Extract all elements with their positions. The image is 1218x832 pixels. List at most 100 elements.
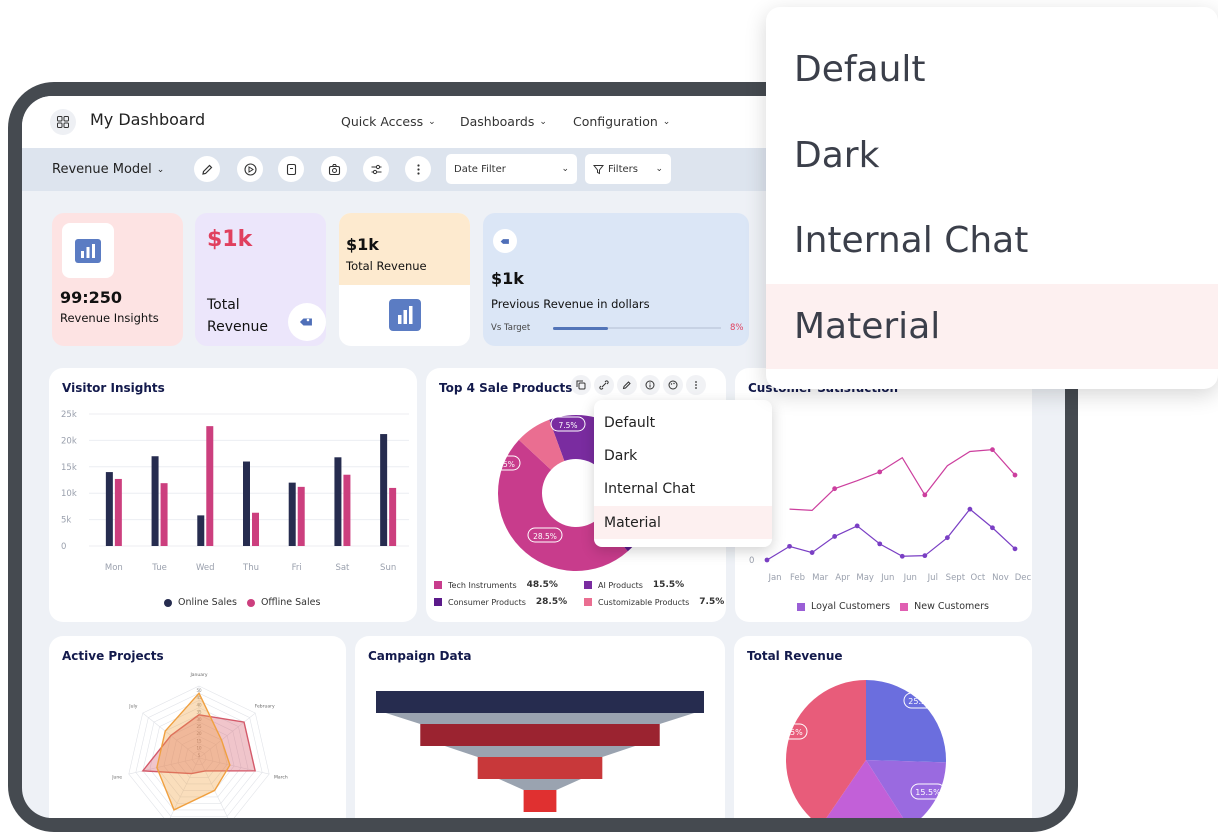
loyal-customers-point <box>854 523 860 529</box>
date-filter-select[interactable]: Date Filter ⌄ <box>446 154 577 184</box>
theme-option-internal-chat-zoomed[interactable]: Internal Chat <box>766 198 1218 283</box>
funnel-connector <box>499 779 581 790</box>
theme-option-material-zoomed[interactable]: Material <box>766 284 1218 369</box>
offline-sales-swatch <box>246 598 255 607</box>
top-products-actions <box>571 375 706 395</box>
loyal-customers-point <box>809 550 815 555</box>
online-sales-bar <box>151 456 159 546</box>
theme-option-material[interactable]: Material <box>594 506 772 539</box>
filters-select[interactable]: Filters ⌄ <box>585 154 671 184</box>
kpi-previous-label: Previous Revenue in dollars <box>491 297 650 311</box>
legend-swatch <box>434 581 442 589</box>
theme-option-default-zoomed[interactable]: Default <box>766 27 1218 112</box>
chevron-down-icon: ⌄ <box>655 164 663 174</box>
legend-swatch <box>584 598 592 606</box>
x-tick-label: Jul <box>927 573 938 583</box>
x-tick-label: Jun <box>903 573 917 583</box>
chevron-down-icon: ⌄ <box>156 164 165 175</box>
donut-label: 28.5% <box>533 532 557 541</box>
palette-icon[interactable] <box>663 375 683 395</box>
funnel-connector <box>385 713 695 724</box>
donut-label: 15.5% <box>491 460 515 469</box>
x-tick-label: Wed <box>196 563 215 573</box>
online-sales-bar <box>334 457 342 546</box>
info-icon[interactable] <box>640 375 660 395</box>
nav-configuration-label: Configuration <box>573 114 658 129</box>
theme-option-dark[interactable]: Dark <box>594 439 772 472</box>
nav-dashboards[interactable]: Dashboards ⌄ <box>460 114 547 129</box>
revenue-pie-label: 15.5% <box>915 788 941 797</box>
bar-chart-icon <box>389 299 421 335</box>
legend-label: AI Products <box>598 580 643 590</box>
funnel-stage <box>420 724 660 746</box>
campaign-funnel <box>376 691 704 812</box>
new-customers-legend: New Customers <box>914 601 989 612</box>
theme-option-internal-chat[interactable]: Internal Chat <box>594 472 772 505</box>
new-customers-swatch <box>900 602 909 611</box>
kpi-total1-value: $1k <box>207 227 253 252</box>
legend-percent: 28.5% <box>535 597 568 607</box>
visitor-insights-title: Visitor Insights <box>62 381 165 395</box>
theme-option-default[interactable]: Default <box>594 406 772 439</box>
more-icon[interactable] <box>405 156 431 182</box>
legend-percent: 15.5% <box>652 580 685 590</box>
camera-icon[interactable] <box>321 156 347 182</box>
apps-grid-icon[interactable] <box>50 109 76 135</box>
loyal-customers-point <box>899 553 905 559</box>
kpi-total2-value: $1k <box>346 235 379 254</box>
nav-dashboards-label: Dashboards <box>460 114 535 129</box>
online-sales-bar <box>197 515 205 546</box>
radar-axis-label: June <box>111 775 122 781</box>
sliders-icon[interactable] <box>363 156 389 182</box>
more-icon[interactable] <box>686 375 706 395</box>
y-tick-label: 15k <box>61 463 77 473</box>
offline-sales-bar <box>114 478 122 546</box>
kpi-revenue-insights: 99:250 Revenue Insights <box>52 213 183 346</box>
play-icon[interactable] <box>237 156 263 182</box>
x-tick-label: Nov <box>992 573 1009 583</box>
y-tick-label: 25k <box>61 410 77 420</box>
loyal-customers-point <box>967 506 973 512</box>
legend-item: Tech Instruments 48.5% <box>434 580 558 590</box>
revenue-pie-label: 40.5% <box>777 728 803 737</box>
total-revenue-title: Total Revenue <box>747 649 843 663</box>
campaign-data-title: Campaign Data <box>368 649 472 663</box>
new-customers-point <box>877 469 883 475</box>
offline-sales-bar <box>206 426 214 546</box>
radar-axis-label: January <box>189 672 207 678</box>
revenue-model-select[interactable]: Revenue Model ⌄ <box>52 162 164 177</box>
legend-swatch <box>584 581 592 589</box>
radar-axis-label: March <box>274 775 288 781</box>
chevron-down-icon: ⌄ <box>539 116 547 127</box>
nav-quick-access[interactable]: Quick Access ⌄ <box>341 114 436 129</box>
radar-axis-label: July <box>128 704 137 710</box>
edit-icon[interactable] <box>617 375 637 395</box>
kpi-total1-label-2: Revenue <box>207 319 268 335</box>
online-sales-legend: Online Sales <box>178 597 237 608</box>
theme-option-dark-zoomed[interactable]: Dark <box>766 113 1218 198</box>
active-projects-panel: Active Projects JanuaryFebruaryMarchApri… <box>49 636 346 818</box>
funnel-connector <box>444 746 636 757</box>
offline-sales-bar <box>389 487 397 546</box>
visitor-bar-chart: 25k 20k 15k 10k 5k 0 Mon Tue Wed Thu Fri Sat Sun <box>61 410 409 573</box>
visitor-insights-panel: Visitor Insights 25k 20k 15k 10k 5k 0 Mon Tue We… <box>49 368 417 622</box>
funnel-stage <box>376 691 704 713</box>
kpi-insights-value: 99:250 <box>60 288 123 307</box>
x-tick-label: May <box>856 573 874 583</box>
loyal-customers-point <box>787 543 792 549</box>
x-tick-label: Mar <box>812 573 829 583</box>
nav-configuration[interactable]: Configuration ⌄ <box>573 114 670 129</box>
kpi-previous-value: $1k <box>491 269 524 288</box>
legend-percent: 48.5% <box>526 580 558 590</box>
kpi-total2-label: Total Revenue <box>346 259 427 273</box>
link-icon[interactable] <box>594 375 614 395</box>
vs-target-label: Vs Target <box>491 323 531 333</box>
top-products-title: Top 4 Sale Products <box>439 381 573 395</box>
bookmark-icon[interactable] <box>278 156 304 182</box>
visitor-legend: Online Sales Offline Sales <box>164 597 320 608</box>
copy-icon[interactable] <box>571 375 591 395</box>
online-sales-bar <box>105 472 113 546</box>
theme-menu-zoomed: Default Dark Internal Chat Material <box>766 7 1218 389</box>
new-customers-point <box>990 447 995 453</box>
edit-icon[interactable] <box>194 156 220 182</box>
